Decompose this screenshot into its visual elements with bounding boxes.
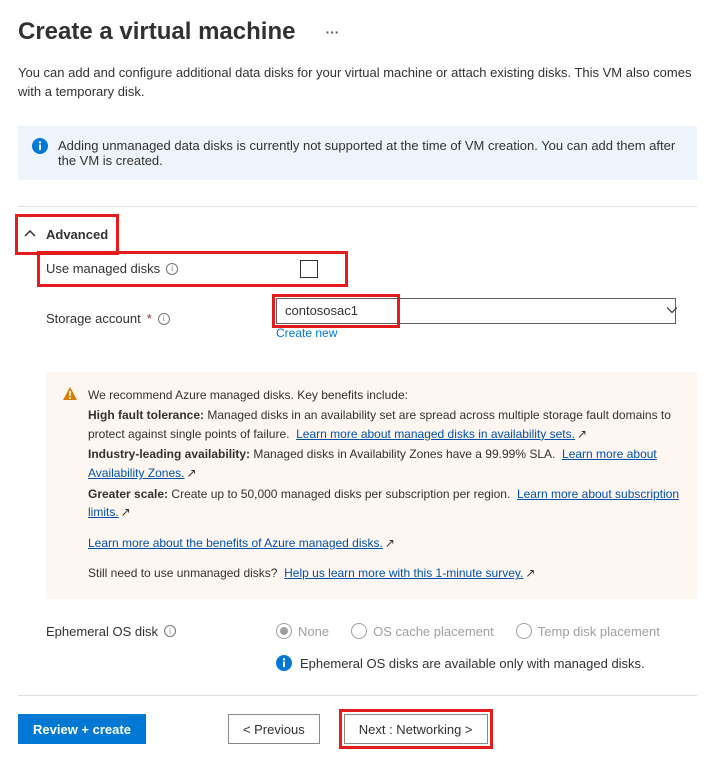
divider <box>18 206 697 207</box>
gs-text: Create up to 50,000 managed disks per su… <box>171 487 510 501</box>
use-managed-disks-label: Use managed disks <box>46 261 160 276</box>
external-link-icon: ↗ <box>121 503 131 522</box>
ephemeral-radio-none: None <box>276 623 329 639</box>
info-icon[interactable]: i <box>158 313 170 325</box>
benefits-link[interactable]: Learn more about the benefits of Azure m… <box>88 536 383 550</box>
ila-label: Industry-leading availability: <box>88 447 250 461</box>
warning-icon <box>62 386 78 583</box>
info-icon[interactable]: i <box>166 263 178 275</box>
storage-account-select[interactable]: contososac1 <box>276 298 676 324</box>
info-alert-text: Adding unmanaged data disks is currently… <box>58 138 683 168</box>
chevron-down-icon <box>666 303 678 318</box>
warn-line1: We recommend Azure managed disks. Key be… <box>88 386 681 405</box>
hft-label: High fault tolerance: <box>88 408 204 422</box>
create-new-link[interactable]: Create new <box>276 326 396 340</box>
more-menu-icon[interactable]: ··· <box>325 24 339 40</box>
hft-link[interactable]: Learn more about managed disks in availa… <box>296 427 575 441</box>
external-link-icon: ↗ <box>525 564 535 583</box>
survey-text: Still need to use unmanaged disks? <box>88 566 277 580</box>
external-link-icon: ↗ <box>577 425 587 444</box>
storage-account-value: contososac1 <box>285 303 358 318</box>
previous-button[interactable]: < Previous <box>228 714 320 744</box>
chevron-up-icon <box>24 228 36 240</box>
review-create-button[interactable]: Review + create <box>18 714 146 744</box>
intro-text: You can add and configure additional dat… <box>18 64 697 102</box>
use-managed-disks-checkbox[interactable] <box>300 260 318 278</box>
info-alert: Adding unmanaged data disks is currently… <box>18 126 697 180</box>
info-icon[interactable]: i <box>164 625 176 637</box>
gs-label: Greater scale: <box>88 487 168 501</box>
next-button[interactable]: Next : Networking > <box>344 714 488 744</box>
required-indicator: * <box>147 311 152 326</box>
external-link-icon: ↗ <box>385 534 395 553</box>
managed-disk-recommendation: We recommend Azure managed disks. Key be… <box>46 372 697 599</box>
ephemeral-note: Ephemeral OS disks are available only wi… <box>300 656 645 671</box>
survey-link[interactable]: Help us learn more with this 1-minute su… <box>284 566 523 580</box>
advanced-section-toggle[interactable]: Advanced <box>18 217 116 252</box>
page-title: Create a virtual machine <box>18 18 295 46</box>
ila-text: Managed disks in Availability Zones have… <box>253 447 555 461</box>
external-link-icon: ↗ <box>187 464 197 483</box>
storage-account-label: Storage account <box>46 311 141 326</box>
ephemeral-radio-group: None OS cache placement Temp disk placem… <box>276 623 660 639</box>
info-icon <box>276 655 292 671</box>
info-icon <box>32 138 48 154</box>
ephemeral-radio-temp: Temp disk placement <box>516 623 660 639</box>
ephemeral-radio-os-cache: OS cache placement <box>351 623 494 639</box>
advanced-label: Advanced <box>46 227 108 242</box>
ephemeral-label: Ephemeral OS disk <box>46 624 158 639</box>
